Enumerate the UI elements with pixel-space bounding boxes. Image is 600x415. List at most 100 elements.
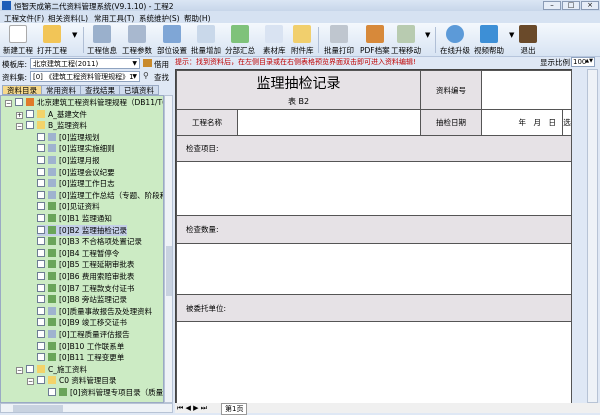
tree-item[interactable]: − C0 资料管理目录 [27, 375, 116, 386]
inspection-qty-field[interactable] [176, 243, 572, 295]
tree-item[interactable]: [0]B7 工程款支付证书 [37, 283, 134, 294]
template-select[interactable]: 北京建筑工程(2011) ▼ [30, 58, 140, 69]
expand-toggle-icon[interactable]: − [5, 100, 12, 107]
project-name-field[interactable] [237, 109, 421, 136]
checkbox[interactable] [37, 167, 45, 176]
checkbox[interactable] [37, 144, 45, 153]
section-summary-button[interactable]: 分部汇总 [225, 25, 255, 56]
scroll-thumb[interactable] [13, 405, 63, 412]
dropdown-arrow-icon[interactable]: ▼ [72, 31, 77, 39]
tree-horizontal-scrollbar[interactable] [0, 403, 173, 413]
sheet-nav-icons[interactable]: ⏮ ◀ ▶ ⏭ [177, 404, 207, 413]
tree-item[interactable]: [0]B3 不合格项处置记录 [37, 236, 142, 247]
project-params-button[interactable]: 工程参数 [122, 25, 152, 56]
checkbox[interactable] [37, 260, 45, 269]
expand-toggle-icon[interactable]: − [16, 123, 23, 131]
code-field[interactable] [481, 70, 572, 110]
tab-catalog[interactable]: 资料目录 [2, 85, 42, 95]
tree-item[interactable]: − C_施工资料 [16, 364, 87, 375]
tree-item[interactable]: [0]B4 工程暂停令 [37, 248, 119, 259]
project-move-button[interactable]: 工程移动 [391, 25, 421, 56]
checkbox[interactable] [37, 272, 45, 280]
borrow-button[interactable]: 借用 [154, 59, 169, 70]
checkbox[interactable] [37, 306, 45, 315]
checkbox[interactable] [37, 214, 45, 222]
checkbox[interactable] [37, 295, 45, 304]
dropdown-arrow-icon[interactable]: ▼ [425, 31, 430, 39]
checkbox[interactable] [26, 121, 34, 130]
checkbox[interactable] [37, 341, 45, 350]
zoom-stepper[interactable]: 100 ▲▼ [571, 57, 595, 67]
batch-add-button[interactable]: 批量增加 [191, 25, 221, 56]
checkbox[interactable] [15, 98, 23, 106]
checkbox[interactable] [37, 190, 45, 199]
checkbox[interactable] [26, 364, 34, 373]
tree-vertical-scrollbar[interactable] [164, 95, 173, 403]
project-info-button[interactable]: 工程信息 [87, 25, 117, 56]
form-preview[interactable]: 监理抽检记录 表 B2 资料编号 工程名称 抽检日期 年 月 日 选 检查项目:… [175, 69, 572, 404]
checkbox[interactable] [37, 353, 45, 362]
tree-item[interactable]: [0]工程质量评估报告 [37, 329, 130, 340]
position-settings-button[interactable]: 部位设置 [157, 25, 187, 56]
tree-item[interactable]: [0]监理工作日志 [37, 178, 115, 189]
expand-toggle-icon[interactable]: − [16, 366, 23, 374]
tree-item[interactable]: [0]见证资料 [37, 201, 100, 212]
maximize-button[interactable]: □ [562, 1, 580, 10]
open-project-button[interactable]: 打开工程 [37, 25, 67, 56]
tree-item[interactable]: − 北京建筑工程资料管理规程（DB11/T695- [5, 97, 163, 108]
tree-item[interactable]: [0]质量事故报告及处理资料 [37, 306, 152, 317]
client-unit-field[interactable] [176, 321, 572, 404]
checkbox[interactable] [48, 388, 56, 396]
material-library-button[interactable]: 素材库 [263, 25, 286, 56]
checkbox[interactable] [37, 225, 45, 234]
checkbox[interactable] [37, 132, 45, 141]
pdf-archive-button[interactable]: PDF档案 [360, 25, 390, 56]
tree-item[interactable]: [0]B10 工作联系单 [37, 341, 124, 352]
checkbox[interactable] [37, 248, 45, 257]
checkbox[interactable] [37, 156, 45, 164]
online-upgrade-button[interactable]: 在线升级 [440, 25, 470, 56]
batch-print-button[interactable]: 批量打印 [324, 25, 354, 56]
tab-filled[interactable]: 已填资料 [119, 85, 159, 95]
checkbox[interactable] [37, 376, 45, 385]
minimize-button[interactable]: – [543, 1, 561, 10]
dataset-select[interactable]: [0] 《建筑工程资料管理规程》1 ▼ [30, 71, 140, 82]
date-select-button[interactable]: 选 [562, 109, 572, 136]
scroll-thumb[interactable] [166, 246, 172, 296]
tree-item[interactable]: [0]B1 监理通知 [37, 213, 112, 224]
attachment-library-button[interactable]: 附件库 [291, 25, 314, 56]
checkbox[interactable] [37, 202, 45, 211]
tree-item[interactable]: [0]B5 工程延期审批表 [37, 259, 134, 270]
form-vertical-scrollbar[interactable] [587, 69, 598, 403]
tree-item[interactable]: [0]监理规划 [37, 132, 100, 143]
tree-item[interactable]: + A_基建文件 [16, 109, 87, 120]
search-button[interactable]: 查找 [154, 72, 169, 83]
tree-item[interactable]: [0]B11 工程变更单 [37, 352, 124, 363]
new-project-button[interactable]: 新建工程 [3, 25, 33, 56]
tree-item[interactable]: [0]资料管理专项目录（质量证 [48, 387, 163, 398]
tree-item[interactable]: [0]监理实施细则 [37, 143, 115, 154]
tree-item[interactable]: [0]B6 费用索赔审批表 [37, 271, 134, 282]
checkbox[interactable] [26, 109, 34, 118]
checkbox[interactable] [37, 179, 45, 188]
inspection-items-field[interactable] [176, 161, 572, 216]
tree-item[interactable]: [0]B2 监理抽检记录 [37, 224, 127, 236]
close-button[interactable]: × [581, 1, 599, 10]
checkbox[interactable] [37, 283, 45, 292]
tree-item[interactable]: [0]B8 旁站监理记录 [37, 294, 127, 305]
tree-item[interactable]: [0]监理月报 [37, 155, 100, 166]
spin-icon[interactable]: ▲▼ [585, 58, 593, 64]
exit-button[interactable]: 退出 [519, 25, 537, 56]
checkbox[interactable] [37, 318, 45, 327]
tree-item[interactable]: [0]监理工作总结（专题、阶段和 [37, 190, 163, 201]
sheet-tab-page1[interactable]: 第1页 [221, 403, 248, 415]
expand-toggle-icon[interactable]: + [16, 111, 23, 119]
tab-search-results[interactable]: 查找结果 [80, 85, 120, 95]
dropdown-arrow-icon[interactable]: ▼ [509, 31, 514, 39]
expand-toggle-icon[interactable]: − [27, 378, 34, 386]
date-field[interactable]: 年 月 日 [481, 109, 563, 136]
video-help-button[interactable]: 视频帮助 [474, 25, 504, 56]
tree-item[interactable]: [0]B9 竣工移交证书 [37, 317, 127, 328]
tree-item[interactable]: − B_监理资料 [16, 120, 87, 131]
checkbox[interactable] [37, 237, 45, 246]
